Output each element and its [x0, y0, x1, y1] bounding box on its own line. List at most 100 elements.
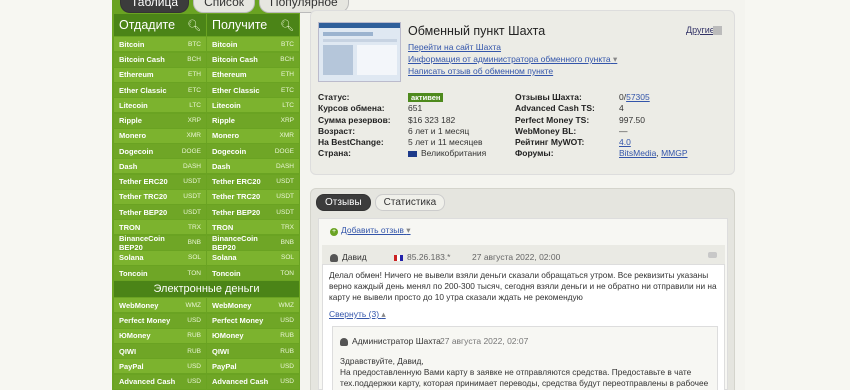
get-currency-item[interactable]: Toncoin TON	[207, 266, 299, 281]
collapse-replies-link[interactable]: Свернуть (3) ▴	[329, 309, 386, 320]
stat-value: 4	[619, 103, 624, 114]
stat-row: Рейтинг MyWOT: 4.0	[515, 137, 725, 148]
get-currency-item[interactable]: Dash DASH	[207, 159, 299, 174]
reviews-positive-link[interactable]: 57305	[626, 92, 650, 102]
give-currency-item[interactable]: QIWI RUB	[114, 344, 206, 359]
stat-label: Возраст:	[318, 125, 356, 136]
view-tab-1[interactable]: Список	[193, 0, 255, 13]
stat-value: 6 лет и 1 месяц	[408, 125, 470, 136]
currency-code: WMZ	[278, 301, 294, 309]
give-currency-item[interactable]: Tether TRC20 USDT	[114, 189, 206, 204]
get-currency-item[interactable]: Bitcoin Cash BCH	[207, 52, 299, 67]
stat-value: 997.50	[619, 114, 645, 125]
give-column: Отдадите 🔍︎ Bitcoin BTC Bitcoin Cash BCH Eth…	[114, 14, 206, 281]
give-currency-item[interactable]: Tether ERC20 USDT	[114, 174, 206, 189]
stat-row: WebMoney BL: —	[515, 126, 725, 137]
stat-value: 4.0	[619, 137, 631, 148]
get-currency-item[interactable]: Ethereum ETH	[207, 67, 299, 82]
currency-code: LTC	[282, 101, 294, 109]
currency-name: Perfect Money	[212, 316, 264, 326]
get-currency-item[interactable]: Perfect Money USD	[207, 313, 299, 328]
give-currency-item[interactable]: Tether BEP20 USDT	[114, 205, 206, 220]
stat-row: Сумма резервов: $16 323 182	[318, 115, 508, 126]
give-currency-item[interactable]: Litecoin LTC	[114, 98, 206, 113]
give-currency-item[interactable]: Bitcoin BTC	[114, 37, 206, 52]
currency-code: SOL	[187, 254, 201, 262]
currency-code: LTC	[189, 101, 201, 109]
currency-name: Ripple	[119, 116, 142, 126]
review-tab-1[interactable]: Статистика	[374, 194, 446, 211]
currency-code: BTC	[281, 40, 294, 48]
exchanger-screenshot[interactable]	[318, 22, 401, 82]
get-currency-item[interactable]: Ether Classic ETC	[207, 83, 299, 98]
give-currency-item[interactable]: TRON TRX	[114, 220, 206, 235]
currency-code: BNB	[280, 239, 294, 247]
add-review-link[interactable]: + Добавить отзыв ▾	[330, 225, 411, 236]
other-exchangers-link[interactable]: Другие	[686, 25, 715, 35]
currency-name: WebMoney	[119, 300, 159, 310]
give-currency-item[interactable]: Toncoin TON	[114, 266, 206, 281]
currency-name: Monero	[212, 131, 240, 141]
write-review-link[interactable]: Написать отзыв об обменном пункте	[408, 66, 553, 76]
review-tab-0[interactable]: Отзывы	[316, 194, 371, 211]
get-currency-item[interactable]: Litecoin LTC	[207, 98, 299, 113]
get-column: Получите 🔍︎ Bitcoin BTC Bitcoin Cash BCH Eth…	[207, 14, 299, 281]
go-to-site-link[interactable]: Перейти на сайт Шахта	[408, 42, 501, 52]
get-currency-item[interactable]: Tether BEP20 USDT	[207, 205, 299, 220]
give-currency-item[interactable]: Perfect Money USD	[114, 313, 206, 328]
list-icon[interactable]	[713, 26, 722, 35]
mywot-link[interactable]: 4.0	[619, 137, 631, 147]
stat-label: Perfect Money TS:	[515, 114, 590, 125]
reply-text: Здравствуйте, Давид, На предоставленную …	[340, 356, 718, 390]
currency-code: USDT	[276, 178, 294, 186]
admin-info-link[interactable]: Информация от администратора обменного п…	[408, 54, 617, 65]
give-currency-item[interactable]: Dogecoin DOGE	[114, 144, 206, 159]
stat-value: 0/57305	[619, 92, 650, 103]
give-currency-item[interactable]: WebMoney WMZ	[114, 298, 206, 313]
currency-name: Litecoin	[212, 100, 241, 110]
currency-name: Ether Classic	[119, 85, 167, 95]
search-icon[interactable]: 🔍︎	[280, 19, 294, 32]
flag-icon	[408, 151, 417, 158]
get-currency-item[interactable]: Tether ERC20 USDT	[207, 174, 299, 189]
get-currency-item[interactable]: WebMoney WMZ	[207, 298, 299, 313]
chevron-up-icon: ▴	[381, 309, 386, 319]
give-currency-item[interactable]: Ether Classic ETC	[114, 83, 206, 98]
get-currency-item[interactable]: Advanced Cash USD	[207, 374, 299, 389]
get-currency-item[interactable]: QIWI RUB	[207, 344, 299, 359]
give-currency-item[interactable]: Monero XMR	[114, 128, 206, 143]
get-currency-item[interactable]: PayPal USD	[207, 359, 299, 374]
currency-name: Ether Classic	[212, 85, 260, 95]
get-currency-item[interactable]: Ripple XRP	[207, 113, 299, 128]
chevron-down-icon: ▾	[613, 54, 618, 64]
forum-link-bitsmedia[interactable]: BitsMedia	[619, 148, 656, 158]
currency-name: Solana	[212, 253, 237, 263]
give-currency-item[interactable]: Dash DASH	[114, 159, 206, 174]
get-currency-item[interactable]: Bitcoin BTC	[207, 37, 299, 52]
stat-label: Отзывы Шахта:	[515, 92, 582, 102]
give-currency-item[interactable]: BinanceCoin BEP20 BNB	[114, 234, 206, 252]
comment-icon[interactable]	[708, 252, 717, 258]
exchanger-title: Обменный пункт Шахта	[408, 24, 546, 38]
give-currency-item[interactable]: Bitcoin Cash BCH	[114, 52, 206, 67]
view-tab-0[interactable]: Таблица	[120, 0, 190, 13]
get-currency-item[interactable]: Tether TRC20 USDT	[207, 189, 299, 204]
get-currency-item[interactable]: Solana SOL	[207, 250, 299, 265]
get-currency-item[interactable]: Dogecoin DOGE	[207, 144, 299, 159]
give-currency-item[interactable]: Solana SOL	[114, 250, 206, 265]
stat-row: Форумы: BitsMedia, MMGP	[515, 148, 725, 159]
give-currency-item[interactable]: ЮMoney RUB	[114, 328, 206, 343]
currency-name: Dash	[119, 161, 138, 171]
give-currency-item[interactable]: Ripple XRP	[114, 113, 206, 128]
get-currency-item[interactable]: BinanceCoin BEP20 BNB	[207, 234, 299, 252]
forum-link-mmgp[interactable]: MMGP	[661, 148, 687, 158]
get-currency-item[interactable]: TRON TRX	[207, 220, 299, 235]
give-header: Отдадите 🔍︎	[114, 14, 206, 36]
get-currency-item[interactable]: ЮMoney RUB	[207, 328, 299, 343]
get-currency-item[interactable]: Monero XMR	[207, 128, 299, 143]
stat-row: Статус: активен	[318, 92, 508, 103]
give-currency-item[interactable]: Advanced Cash USD	[114, 374, 206, 389]
give-currency-item[interactable]: PayPal USD	[114, 359, 206, 374]
search-icon[interactable]: 🔍︎	[187, 19, 201, 32]
give-currency-item[interactable]: Ethereum ETH	[114, 67, 206, 82]
